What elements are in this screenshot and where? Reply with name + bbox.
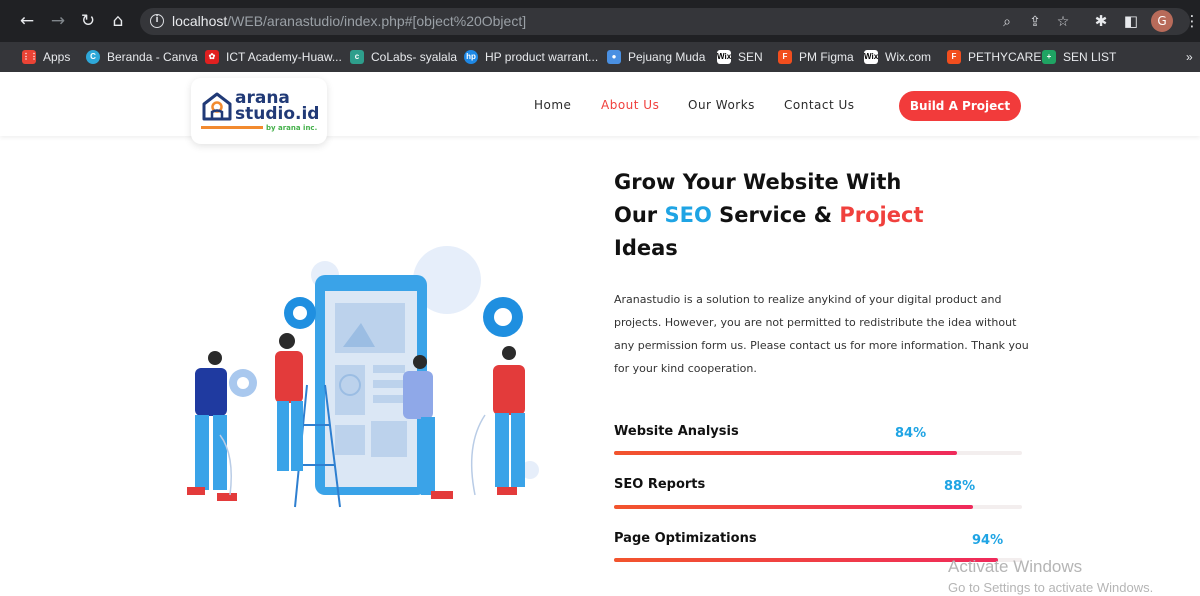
skill-progress-fill bbox=[614, 558, 998, 562]
skill-progress-fill bbox=[614, 451, 957, 455]
bookmark-pm-figma[interactable]: F PM Figma bbox=[778, 49, 854, 65]
person-ladder-figure bbox=[275, 333, 303, 471]
bookmark-label: HP product warrant... bbox=[485, 50, 599, 64]
reload-icon[interactable]: ↻ bbox=[78, 11, 98, 31]
figma-icon: F bbox=[947, 50, 961, 64]
canva-icon: C bbox=[86, 50, 100, 64]
bookmark-label: Wix.com bbox=[885, 50, 931, 64]
hero-headline: Grow Your Website With Our SEO Service &… bbox=[614, 166, 1034, 265]
nav-home[interactable]: Home bbox=[534, 98, 571, 112]
bookmark-label: ICT Academy-Huaw... bbox=[226, 50, 342, 64]
bookmark-sen-list[interactable]: + SEN LIST bbox=[1042, 49, 1116, 65]
logo-line-2: studio.id bbox=[235, 104, 320, 124]
figma-icon: F bbox=[778, 50, 792, 64]
bookmark-label: SEN LIST bbox=[1063, 50, 1117, 64]
headline-line-2: Our SEO Service & Project bbox=[614, 199, 1034, 232]
skill-label: Website Analysis bbox=[614, 424, 739, 439]
headline-project: Project bbox=[839, 203, 924, 227]
bookmark-label: Beranda - Canva bbox=[107, 50, 198, 64]
team-website-illustration bbox=[187, 246, 539, 508]
gear-icon bbox=[229, 369, 257, 397]
activate-windows-subtitle: Go to Settings to activate Windows. bbox=[948, 580, 1154, 595]
skill-percent: 94% bbox=[972, 533, 1004, 548]
site-header: arana studio.id by arana inc. Home About… bbox=[0, 72, 1200, 144]
skill-label: SEO Reports bbox=[614, 477, 706, 492]
wix-icon: Wix bbox=[864, 50, 878, 64]
more-bookmarks-icon[interactable]: » bbox=[1186, 49, 1193, 65]
colabs-icon: c bbox=[350, 50, 364, 64]
bookmark-pethycare[interactable]: F PETHYCARE bbox=[947, 49, 1041, 65]
person-raising-gear-figure bbox=[493, 346, 525, 495]
bookmark-label: SEN bbox=[738, 50, 763, 64]
headline-line-1: Grow Your Website With bbox=[614, 170, 902, 194]
share-icon[interactable]: ⇪ bbox=[1025, 12, 1045, 32]
logo-wordmark: arana studio.id bbox=[235, 90, 320, 124]
bookmark-hp[interactable]: hp HP product warrant... bbox=[464, 49, 598, 65]
apps-grid-icon: ⋮⋮ bbox=[22, 50, 38, 64]
side-panel-icon[interactable]: ◧ bbox=[1120, 10, 1142, 32]
headline-seo: SEO bbox=[664, 203, 712, 227]
bookmark-label: CoLabs- syalala bbox=[371, 50, 458, 64]
person-left-figure bbox=[187, 351, 237, 501]
browser-toolbar: ← → ↻ ⌂ i localhost/WEB/aranastudio/inde… bbox=[0, 0, 1200, 42]
gear-icon bbox=[483, 297, 523, 337]
logo-underline bbox=[201, 126, 263, 129]
nav-about-us[interactable]: About Us bbox=[601, 98, 659, 112]
bookmark-label: PM Figma bbox=[799, 50, 854, 64]
activate-windows-title: Activate Windows bbox=[948, 557, 1083, 576]
skill-progress-track bbox=[614, 451, 1022, 455]
extensions-puzzle-icon[interactable]: ✱ bbox=[1090, 10, 1112, 32]
headline-line-3: Ideas bbox=[614, 236, 678, 260]
skill-progress-track bbox=[614, 505, 1022, 509]
house-logo-icon bbox=[202, 92, 232, 121]
nav-our-works[interactable]: Our Works bbox=[688, 98, 755, 112]
skill-progress-fill bbox=[614, 505, 974, 509]
menu-kebab-icon[interactable]: ⋮ bbox=[1181, 10, 1200, 32]
gear-icon bbox=[284, 297, 316, 329]
bookmark-colabs[interactable]: c CoLabs- syalala bbox=[350, 49, 457, 65]
bookmark-huawei[interactable]: ✿ ICT Academy-Huaw... bbox=[205, 49, 342, 65]
url-host: localhost bbox=[172, 13, 228, 29]
wix-icon: Wix bbox=[717, 50, 731, 64]
bookmark-label: Pejuang Muda bbox=[628, 50, 706, 64]
bookmark-star-icon[interactable]: ☆ bbox=[1053, 12, 1073, 32]
skill-percent: 88% bbox=[944, 479, 976, 494]
forward-arrow-icon[interactable]: → bbox=[48, 11, 68, 31]
bookmark-label: PETHYCARE bbox=[968, 50, 1042, 64]
site-info-icon[interactable]: i bbox=[150, 14, 164, 28]
logo-tagline: by arana inc. bbox=[266, 124, 318, 132]
site-logo[interactable]: arana studio.id by arana inc. bbox=[191, 78, 327, 144]
bookmark-canva[interactable]: C Beranda - Canva bbox=[86, 49, 198, 65]
url-path: /WEB/aranastudio/index.php#[object%20Obj… bbox=[227, 13, 527, 29]
pejuang-muda-icon: ● bbox=[607, 50, 621, 64]
skill-label: Page Optimizations bbox=[614, 531, 757, 546]
back-arrow-icon[interactable]: ← bbox=[17, 11, 37, 31]
bookmark-sen[interactable]: Wix SEN bbox=[717, 49, 763, 65]
bookmark-wix[interactable]: Wix Wix.com bbox=[864, 49, 931, 65]
huawei-icon: ✿ bbox=[205, 50, 219, 64]
hero-description: Aranastudio is a solution to realize any… bbox=[614, 293, 1029, 375]
build-project-button[interactable]: Build A Project bbox=[899, 91, 1021, 121]
skill-percent: 84% bbox=[895, 426, 927, 441]
headline-our: Our bbox=[614, 203, 665, 227]
nav-contact-us[interactable]: Contact Us bbox=[784, 98, 855, 112]
home-icon[interactable]: ⌂ bbox=[108, 11, 128, 31]
profile-avatar[interactable]: G bbox=[1151, 10, 1173, 32]
sheets-plus-icon: + bbox=[1042, 50, 1056, 64]
bookmarks-bar: ⋮⋮ Apps C Beranda - Canva ✿ ICT Academy-Hua… bbox=[0, 42, 1200, 72]
bookmark-label: Apps bbox=[43, 50, 71, 64]
bookmark-pejuang-muda[interactable]: ● Pejuang Muda bbox=[607, 49, 705, 65]
zoom-search-icon[interactable]: ⌕ bbox=[997, 12, 1017, 32]
url-text[interactable]: localhost/WEB/aranastudio/index.php#[obj… bbox=[172, 13, 526, 29]
headline-service: Service & bbox=[711, 203, 840, 227]
bookmark-apps[interactable]: ⋮⋮ Apps bbox=[22, 49, 70, 65]
address-bar[interactable]: i localhost/WEB/aranastudio/index.php#[o… bbox=[140, 8, 1190, 35]
hp-icon: hp bbox=[464, 50, 478, 64]
